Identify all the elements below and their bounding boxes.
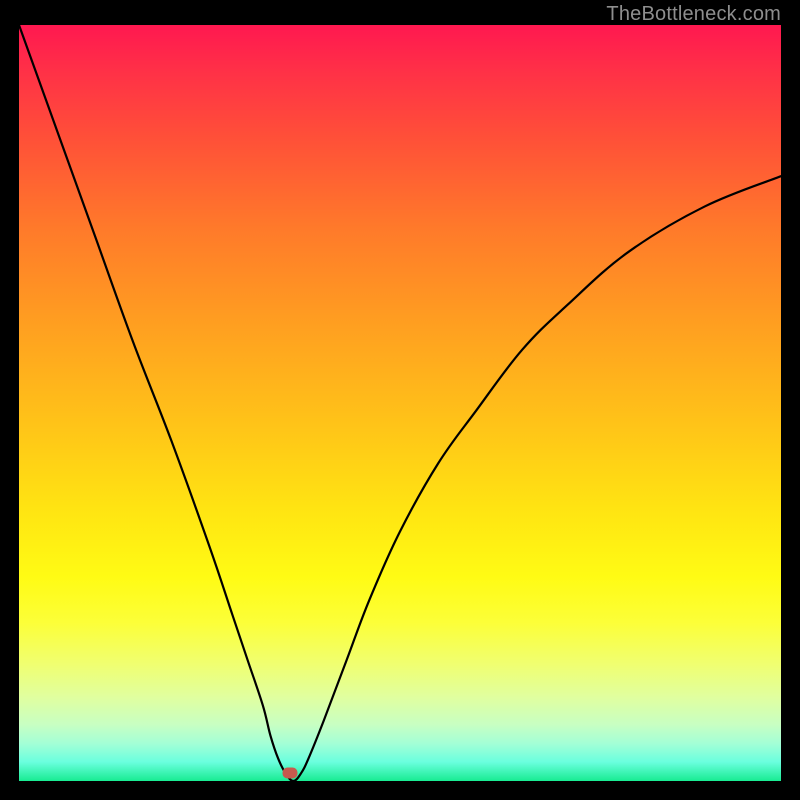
bottleneck-curve bbox=[19, 25, 781, 781]
minimum-marker bbox=[282, 767, 297, 778]
chart-frame: TheBottleneck.com bbox=[19, 3, 781, 781]
watermark-text: TheBottleneck.com bbox=[606, 3, 781, 26]
plot-area bbox=[19, 25, 781, 781]
